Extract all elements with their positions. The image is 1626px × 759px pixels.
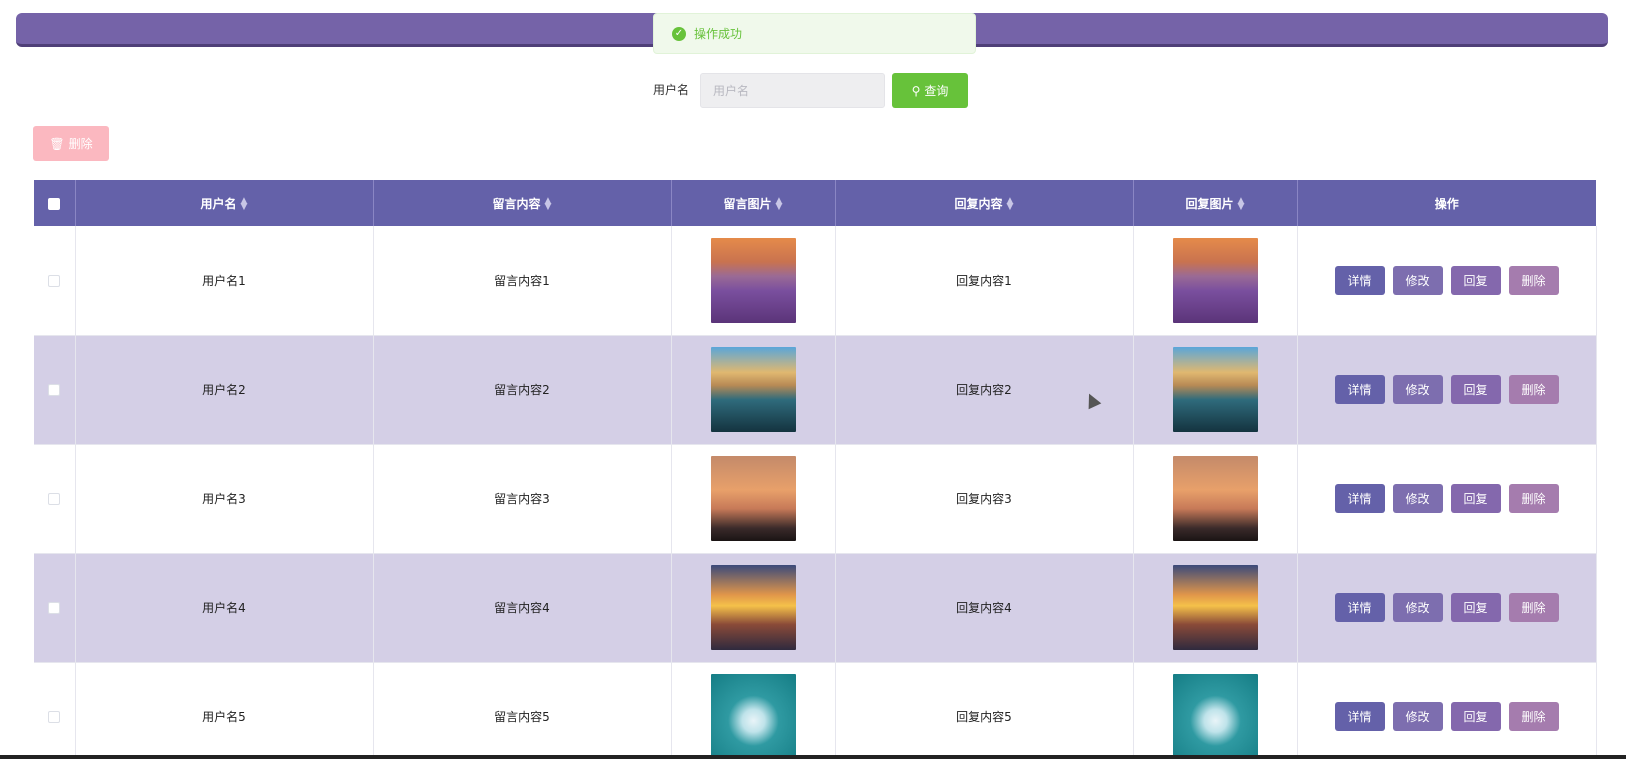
- username-cell: 用户名4: [75, 553, 374, 663]
- col-header-actions: 操作: [1297, 180, 1596, 226]
- col-header-message[interactable]: 留言内容 ▲ ▼: [373, 180, 672, 226]
- sort-icon[interactable]: ▲ ▼: [776, 197, 783, 212]
- row-checkbox[interactable]: [48, 711, 61, 723]
- select-all-cell[interactable]: [34, 180, 76, 226]
- edit-button[interactable]: 修改: [1392, 702, 1443, 731]
- delete-button[interactable]: 删除: [1508, 375, 1559, 404]
- row-checkbox[interactable]: [48, 493, 61, 505]
- sort-icon[interactable]: ▲ ▼: [241, 197, 248, 212]
- batch-delete-label: 删除: [68, 137, 93, 151]
- table-row: 用户名3 留言内容3 回复内容3 详情 修改 回复 删除: [34, 444, 1597, 554]
- username-search-input[interactable]: [700, 73, 885, 108]
- reply-button[interactable]: 回复: [1450, 484, 1501, 513]
- col-header-reply[interactable]: 回复内容 ▲ ▼: [835, 180, 1134, 226]
- reply-cell: 回复内容2: [835, 335, 1134, 445]
- table-row: 用户名2 留言内容2 回复内容2 详情 修改 回复 删除: [34, 335, 1597, 445]
- delete-button[interactable]: 删除: [1508, 593, 1559, 622]
- reply-image[interactable]: [1172, 237, 1258, 323]
- table-row: 用户名4 留言内容4 回复内容4 详情 修改 回复 删除: [34, 553, 1597, 663]
- detail-button[interactable]: 详情: [1334, 265, 1385, 295]
- message-cell: 留言内容2: [373, 335, 672, 445]
- reply-button[interactable]: 回复: [1450, 702, 1501, 731]
- table-row: 用户名5 留言内容5 回复内容5 详情 修改 回复 删除: [34, 662, 1597, 759]
- sort-icon[interactable]: ▲ ▼: [1007, 197, 1014, 212]
- edit-button[interactable]: 修改: [1392, 375, 1443, 404]
- username-cell: 用户名1: [75, 226, 374, 336]
- delete-button[interactable]: 删除: [1508, 702, 1559, 731]
- reply-button[interactable]: 回复: [1450, 375, 1501, 404]
- sort-icon[interactable]: ▲ ▼: [545, 197, 552, 212]
- detail-button[interactable]: 详情: [1334, 375, 1385, 404]
- search-button-label: 查询: [924, 84, 949, 98]
- delete-button[interactable]: 删除: [1508, 484, 1559, 513]
- edit-button[interactable]: 修改: [1392, 484, 1443, 513]
- reply-cell: 回复内容3: [835, 444, 1134, 554]
- table-header-row: 用户名 ▲ ▼ 留言内容 ▲ ▼ 留言图片 ▲ ▼ 回复内容 ▲ ▼ 回复图片 ▲ ▼ 操作: [34, 180, 1596, 226]
- message-cell: 留言内容1: [373, 226, 672, 336]
- row-checkbox[interactable]: [48, 274, 61, 287]
- message-image[interactable]: [710, 565, 796, 650]
- reply-cell: 回复内容4: [835, 553, 1134, 663]
- batch-delete-button[interactable]: 🗑 删除: [33, 126, 109, 161]
- bottom-edge: [0, 755, 1626, 759]
- reply-image[interactable]: [1172, 674, 1258, 759]
- check-circle-icon: ✓: [672, 26, 686, 41]
- reply-image[interactable]: [1172, 565, 1258, 650]
- username-cell: 用户名3: [75, 444, 374, 554]
- col-header-username[interactable]: 用户名 ▲ ▼: [75, 180, 374, 226]
- search-icon: ⚲: [911, 83, 921, 98]
- col-header-message-image[interactable]: 留言图片 ▲ ▼: [671, 180, 836, 226]
- message-cell: 留言内容4: [373, 553, 672, 663]
- message-image[interactable]: [710, 237, 796, 323]
- table-row: 用户名1 留言内容1 回复内容1 详情 修改 回复 删除: [34, 226, 1597, 336]
- username-cell: 用户名2: [75, 335, 374, 445]
- reply-button[interactable]: 回复: [1450, 593, 1501, 622]
- row-checkbox[interactable]: [48, 602, 61, 614]
- detail-button[interactable]: 详情: [1334, 484, 1385, 513]
- message-cell: 留言内容5: [373, 662, 672, 759]
- message-image[interactable]: [710, 347, 796, 432]
- col-header-reply-image[interactable]: 回复图片 ▲ ▼: [1133, 180, 1298, 226]
- trash-icon: 🗑: [49, 136, 65, 151]
- success-toast: ✓ 操作成功: [653, 13, 976, 54]
- message-cell: 留言内容3: [373, 444, 672, 554]
- search-bar: 用户名 ⚲ 查询: [0, 73, 1626, 108]
- toast-message: 操作成功: [694, 27, 743, 41]
- reply-cell: 回复内容5: [835, 662, 1134, 759]
- search-button[interactable]: ⚲ 查询: [892, 73, 968, 108]
- username-cell: 用户名5: [75, 662, 374, 759]
- edit-button[interactable]: 修改: [1392, 593, 1443, 622]
- detail-button[interactable]: 详情: [1334, 702, 1385, 731]
- reply-cell: 回复内容1: [835, 226, 1134, 336]
- reply-image[interactable]: [1172, 347, 1258, 432]
- message-table: 用户名 ▲ ▼ 留言内容 ▲ ▼ 留言图片 ▲ ▼ 回复内容 ▲ ▼ 回复图片 ▲ ▼ 操作 用户名…: [34, 180, 1597, 759]
- reply-image[interactable]: [1172, 456, 1258, 541]
- reply-button[interactable]: 回复: [1450, 265, 1501, 295]
- edit-button[interactable]: 修改: [1392, 265, 1443, 295]
- sort-icon[interactable]: ▲ ▼: [1238, 197, 1245, 212]
- message-image[interactable]: [710, 674, 796, 759]
- select-all-checkbox[interactable]: [48, 197, 61, 210]
- row-checkbox[interactable]: [48, 384, 61, 396]
- message-image[interactable]: [710, 456, 796, 541]
- search-label: 用户名: [653, 83, 690, 97]
- delete-button[interactable]: 删除: [1508, 265, 1559, 295]
- detail-button[interactable]: 详情: [1334, 593, 1385, 622]
